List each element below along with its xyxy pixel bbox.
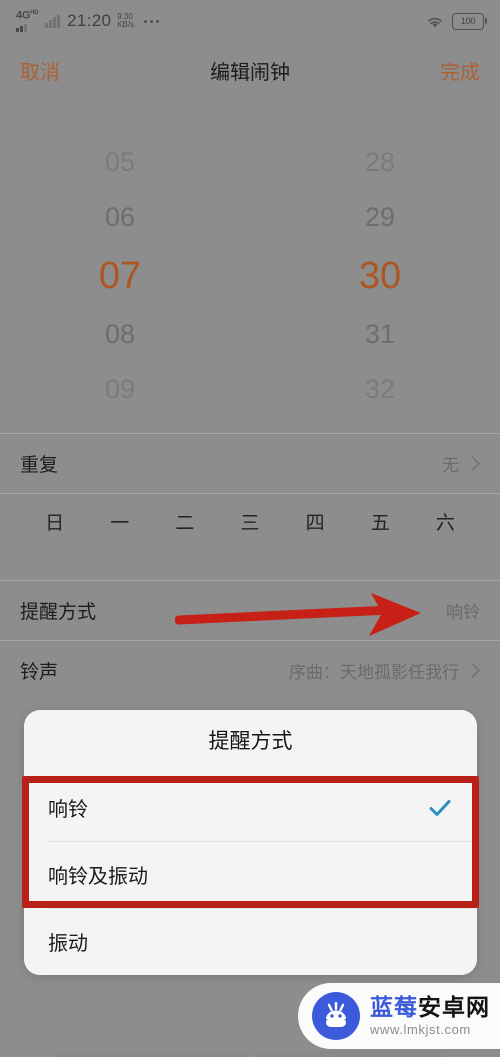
reminder-method-dialog: 提醒方式 响铃 响铃及振动 振动 xyxy=(24,710,477,975)
watermark-url: www.lmkjst.com xyxy=(370,1022,471,1037)
navigation-hint-bar xyxy=(0,1051,500,1057)
watermark-brand-black: 安卓网 xyxy=(418,994,490,1020)
checkmark-icon xyxy=(429,799,451,816)
dialog-option-ring-and-vibrate[interactable]: 响铃及振动 xyxy=(24,841,477,908)
android-robot-icon xyxy=(312,992,360,1040)
watermark-brand-blue: 蓝莓 xyxy=(370,994,418,1020)
option-label: 响铃 xyxy=(48,799,88,821)
watermark-text: 蓝莓安卓网 www.lmkjst.com xyxy=(370,994,490,1037)
dialog-option-ring[interactable]: 响铃 xyxy=(24,774,477,841)
dialog-title: 提醒方式 xyxy=(208,730,293,753)
option-label: 响铃及振动 xyxy=(48,866,148,888)
site-watermark: 蓝莓安卓网 www.lmkjst.com xyxy=(298,983,500,1049)
option-label: 振动 xyxy=(48,933,88,955)
dialog-option-vibrate[interactable]: 振动 xyxy=(24,908,477,975)
